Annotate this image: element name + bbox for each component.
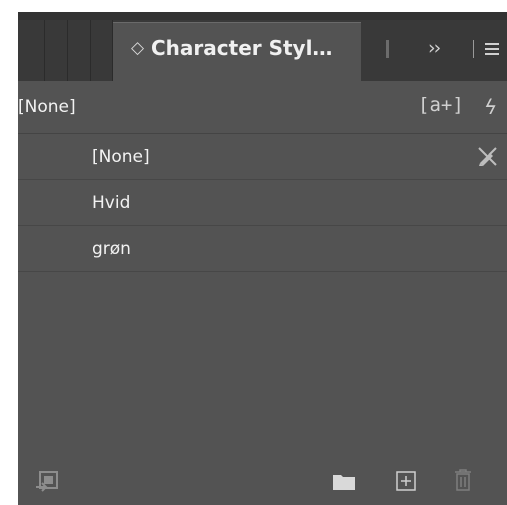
overflow-chevrons-icon[interactable]: ›› <box>428 37 441 59</box>
new-style-group-icon[interactable]: [a+] <box>418 94 464 116</box>
panel-footer <box>18 457 507 505</box>
list-item-label: [None] <box>92 147 150 167</box>
load-styles-icon[interactable] <box>35 471 59 493</box>
list-item[interactable]: grøn <box>18 226 507 272</box>
panel-tab-bar: ◇ Character Styl… ›› <box>18 12 507 81</box>
panel-top-edge <box>18 12 507 20</box>
collapsed-tab[interactable] <box>18 20 45 81</box>
hamburger-menu-icon[interactable] <box>485 43 499 55</box>
list-item-label: Hvid <box>92 193 131 213</box>
character-styles-panel: ◇ Character Styl… ›› [None] [a+] ϟ [None… <box>18 12 507 505</box>
folder-icon[interactable] <box>332 473 356 491</box>
collapsed-tab[interactable] <box>68 20 91 81</box>
new-style-icon[interactable] <box>396 471 416 491</box>
style-list: [None] Hvid grøn <box>18 134 507 272</box>
header-label: [None] <box>18 97 76 117</box>
tabbar-separator <box>473 40 474 58</box>
tab-chevron-icon: ◇ <box>131 38 145 58</box>
next-tab[interactable] <box>386 40 389 58</box>
pen-disabled-icon <box>478 147 497 166</box>
list-item-label: grøn <box>92 239 131 259</box>
style-group-header[interactable]: [None] [a+] ϟ <box>18 81 507 134</box>
quick-apply-icon[interactable]: ϟ <box>484 95 497 119</box>
tab-title[interactable]: Character Styl… <box>151 36 332 60</box>
trash-icon[interactable] <box>454 469 472 491</box>
collapsed-tab[interactable] <box>91 20 113 81</box>
list-item[interactable]: [None] <box>18 134 507 180</box>
list-item[interactable]: Hvid <box>18 180 507 226</box>
collapsed-tab[interactable] <box>45 20 68 81</box>
